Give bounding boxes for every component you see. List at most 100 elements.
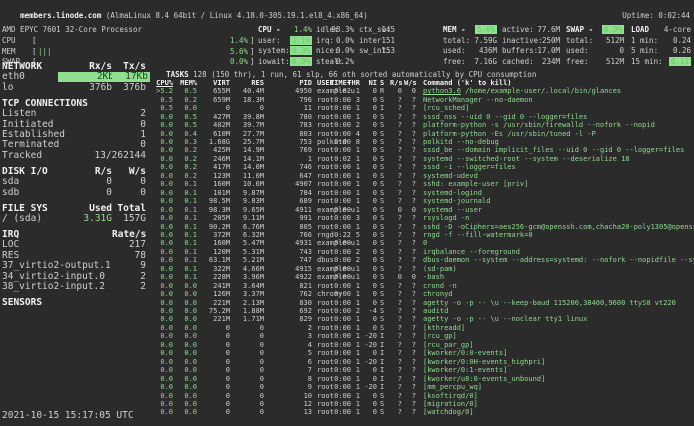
cell-state: S xyxy=(380,315,388,323)
column-header-pid[interactable]: PID xyxy=(267,79,312,87)
cell-thr: 1 xyxy=(346,146,360,154)
cell-res: 1.71M xyxy=(234,315,264,323)
cell-virt: 659M xyxy=(201,96,230,104)
cell-write: ? xyxy=(404,231,416,239)
cell-read: ? xyxy=(390,324,402,332)
cell-ni: 0 xyxy=(362,400,377,408)
cell-thr: 1 xyxy=(346,290,360,298)
cell-thr: 1 xyxy=(346,239,360,247)
item-value-1: 0 xyxy=(58,188,112,198)
stat-label: total: xyxy=(566,36,593,45)
cell-cpu: 0.0 xyxy=(148,375,173,383)
column-header-read[interactable]: R/s xyxy=(390,79,402,87)
cell-ni: -20 xyxy=(362,383,377,391)
cell-pid: 780 xyxy=(267,113,312,121)
stat-label: 1 min: xyxy=(631,36,658,45)
cell-ni: 0 xyxy=(362,256,377,264)
column-header-res[interactable]: RES xyxy=(234,79,264,87)
process-link[interactable]: python3.6 xyxy=(423,87,461,95)
column-header-cpu[interactable]: CPU% xyxy=(148,79,173,87)
cell-virt: 221M xyxy=(201,315,230,323)
cell-cpu: >5.2 xyxy=(148,87,173,95)
column-header-mem[interactable]: MEM% xyxy=(177,79,197,87)
cell-virt: 0 xyxy=(201,366,230,374)
cell-res: 9.83M xyxy=(234,197,264,205)
column-header-write[interactable]: W/s xyxy=(404,79,416,87)
cell-read: 0 xyxy=(390,206,402,214)
cell-thr: 1 xyxy=(346,400,360,408)
cell-thr: 2 xyxy=(346,256,360,264)
cell-state: S xyxy=(380,130,388,138)
column-header-command[interactable]: Command ('k' to kill) xyxy=(423,79,694,87)
cell-command: [mm_percpu_wq] xyxy=(423,383,694,391)
cell-write: ? xyxy=(404,324,416,332)
cell-command: [migration/0] xyxy=(423,400,694,408)
cell-virt: 0 xyxy=(201,104,230,112)
cell-mem: 0.5 xyxy=(177,113,197,121)
cell-virt: 120M xyxy=(201,248,230,256)
cell-read: ? xyxy=(390,172,402,180)
item-value-2: 0 xyxy=(112,177,146,187)
cell-command: systemd --user xyxy=(423,206,694,214)
cell-read: ? xyxy=(390,155,402,163)
cell-thr: 1 xyxy=(346,324,360,332)
column-header-virt[interactable]: VIRT xyxy=(201,79,230,87)
cell-virt: 610M xyxy=(201,130,230,138)
cell-mem: 0.0 xyxy=(177,358,197,366)
cell-mem: 0.0 xyxy=(177,349,197,357)
column-header-state[interactable]: S xyxy=(380,79,388,87)
cell-write: ? xyxy=(404,146,416,154)
cell-command: [kworker/0:0-events] xyxy=(423,349,694,357)
stat-label: MEM - xyxy=(443,25,466,34)
cell-cpu: 0.0 xyxy=(148,206,173,214)
cell-cpu: 0.0 xyxy=(148,231,173,239)
cell-command: -bash xyxy=(423,273,694,281)
cell-read: ? xyxy=(390,358,402,366)
cell-command: rngd -f --fill-watermark=0 xyxy=(423,231,694,239)
cell-thr: 1 xyxy=(346,375,360,383)
gauge-percent: 1.4% xyxy=(202,36,248,45)
stat-mem2-row: inactive:250M xyxy=(502,36,560,45)
cell-pid: 783 xyxy=(267,121,312,129)
stat-value: 0.26 xyxy=(673,46,691,55)
item-value-2: 217 xyxy=(66,240,146,250)
cell-state: S xyxy=(380,273,388,281)
stat-cpu3-row: ctx_sw:145 xyxy=(359,25,395,34)
cell-ni: 0 xyxy=(362,231,377,239)
cell-mem: 0.0 xyxy=(177,282,197,290)
cell-thr: 4 xyxy=(346,130,360,138)
cell-state: S xyxy=(380,197,388,205)
process-row: 0.00.0221M1.71M829root0:0010S??agetty -o… xyxy=(148,315,694,323)
process-row: 0.00.1205M9.11M991root0:0030S??rsyslogd … xyxy=(148,214,694,222)
cell-cpu: 0.0 xyxy=(148,138,173,146)
cell-pid: 12 xyxy=(267,400,312,408)
column-header-thr[interactable]: THR xyxy=(346,79,360,87)
cell-thr: 1 xyxy=(346,299,360,307)
cell-state: S xyxy=(380,163,388,171)
stat-value: 0.0% xyxy=(336,36,354,45)
stat-cpu3-row: sw_int:153 xyxy=(359,46,395,55)
cell-mem: 0.2 xyxy=(177,146,197,154)
cell-res: 3.64M xyxy=(234,282,264,290)
cell-virt: 0 xyxy=(201,383,230,391)
cell-res: 10.6M xyxy=(234,180,264,188)
item-value-1: 0 xyxy=(58,177,112,187)
section-title: NETWORK xyxy=(2,61,42,72)
cell-cpu: 0.0 xyxy=(148,214,173,222)
item-value-2: 0 xyxy=(66,120,146,130)
cell-virt: 75.2M xyxy=(201,307,230,315)
cell-virt: 98.3M xyxy=(201,206,230,214)
item-label: RES xyxy=(2,250,19,261)
process-row: 0.00.0003root0:001-20I??[rcu_gp] xyxy=(148,332,694,340)
cell-cpu: 0.0 xyxy=(148,155,173,163)
uptime-time: 0:02:44 xyxy=(658,11,690,20)
cell-write: ? xyxy=(404,383,416,391)
item-value-2: 2 xyxy=(66,109,146,119)
cell-command: platform-python -Es /usr/sbin/tuned -l -… xyxy=(423,130,694,138)
cell-mem: 0.0 xyxy=(177,392,197,400)
process-row: 0.00.0005root0:0010I??[kworker/0:0-event… xyxy=(148,349,694,357)
cell-res: 0 xyxy=(234,375,264,383)
cell-res: 0 xyxy=(234,383,264,391)
column-header-ni[interactable]: NI xyxy=(362,79,377,87)
cell-pid: 829 xyxy=(267,315,312,323)
